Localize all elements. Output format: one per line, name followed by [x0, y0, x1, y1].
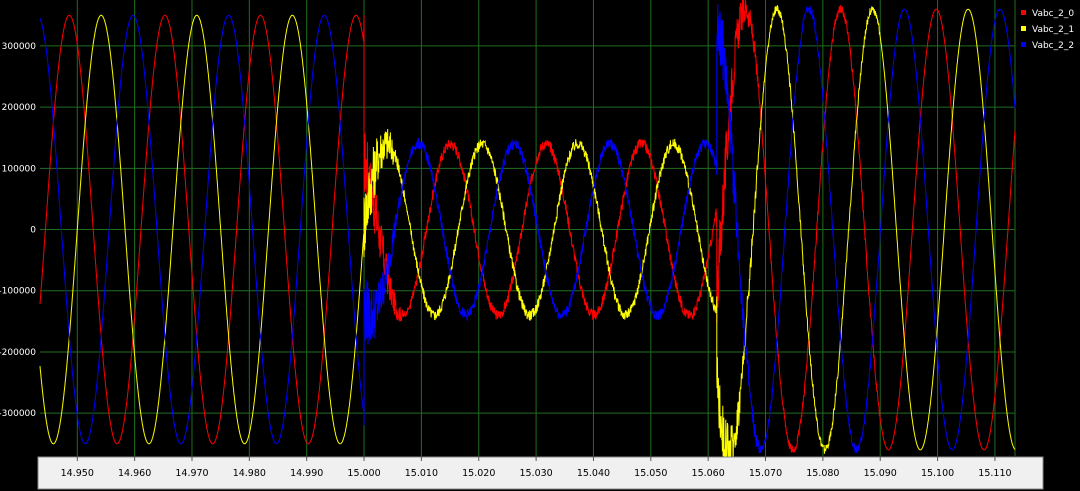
x-tick-label: 15.000 [347, 468, 380, 479]
x-tick-label: 15.010 [405, 468, 438, 479]
legend-label-0: Vabc_2_0 [1032, 9, 1074, 19]
legend-swatch-2 [1021, 42, 1026, 47]
x-tick-label: 15.110 [978, 468, 1011, 479]
y-tick-label: -100000 [0, 287, 36, 297]
y-tick-label: 300000 [2, 42, 37, 52]
legend-swatch-1 [1021, 26, 1026, 31]
x-tick-label: 15.030 [519, 468, 552, 479]
legend-label-2: Vabc_2_2 [1032, 41, 1074, 51]
x-tick-label: 15.070 [749, 468, 782, 479]
y-tick-label: 100000 [2, 164, 37, 174]
plot-background [0, 0, 1080, 491]
x-tick-label: 15.100 [921, 468, 954, 479]
x-tick-label: 15.080 [806, 468, 839, 479]
x-tick-label: 14.980 [233, 468, 266, 479]
x-tick-label: 15.090 [864, 468, 897, 479]
legend-swatch-0 [1021, 10, 1026, 15]
x-tick-label: 14.970 [175, 468, 208, 479]
x-tick-label: 15.020 [462, 468, 495, 479]
y-tick-label: -200000 [0, 348, 36, 358]
x-tick-label: 14.950 [61, 468, 94, 479]
x-tick-label: 14.990 [290, 468, 323, 479]
legend-label-1: Vabc_2_1 [1032, 25, 1074, 35]
y-tick-label: 200000 [2, 103, 37, 113]
y-tick-label: -300000 [0, 409, 36, 419]
x-tick-label: 15.060 [692, 468, 725, 479]
x-tick-label: 15.040 [577, 468, 610, 479]
x-tick-label: 14.960 [118, 468, 151, 479]
chart-frame: 300000 200000 100000 0 -100000 -200000 -300000… [0, 0, 1080, 491]
x-tick-label: 15.050 [634, 468, 667, 479]
line-chart: 300000 200000 100000 0 -100000 -200000 -300000… [0, 0, 1080, 491]
y-tick-label: 0 [30, 226, 36, 236]
